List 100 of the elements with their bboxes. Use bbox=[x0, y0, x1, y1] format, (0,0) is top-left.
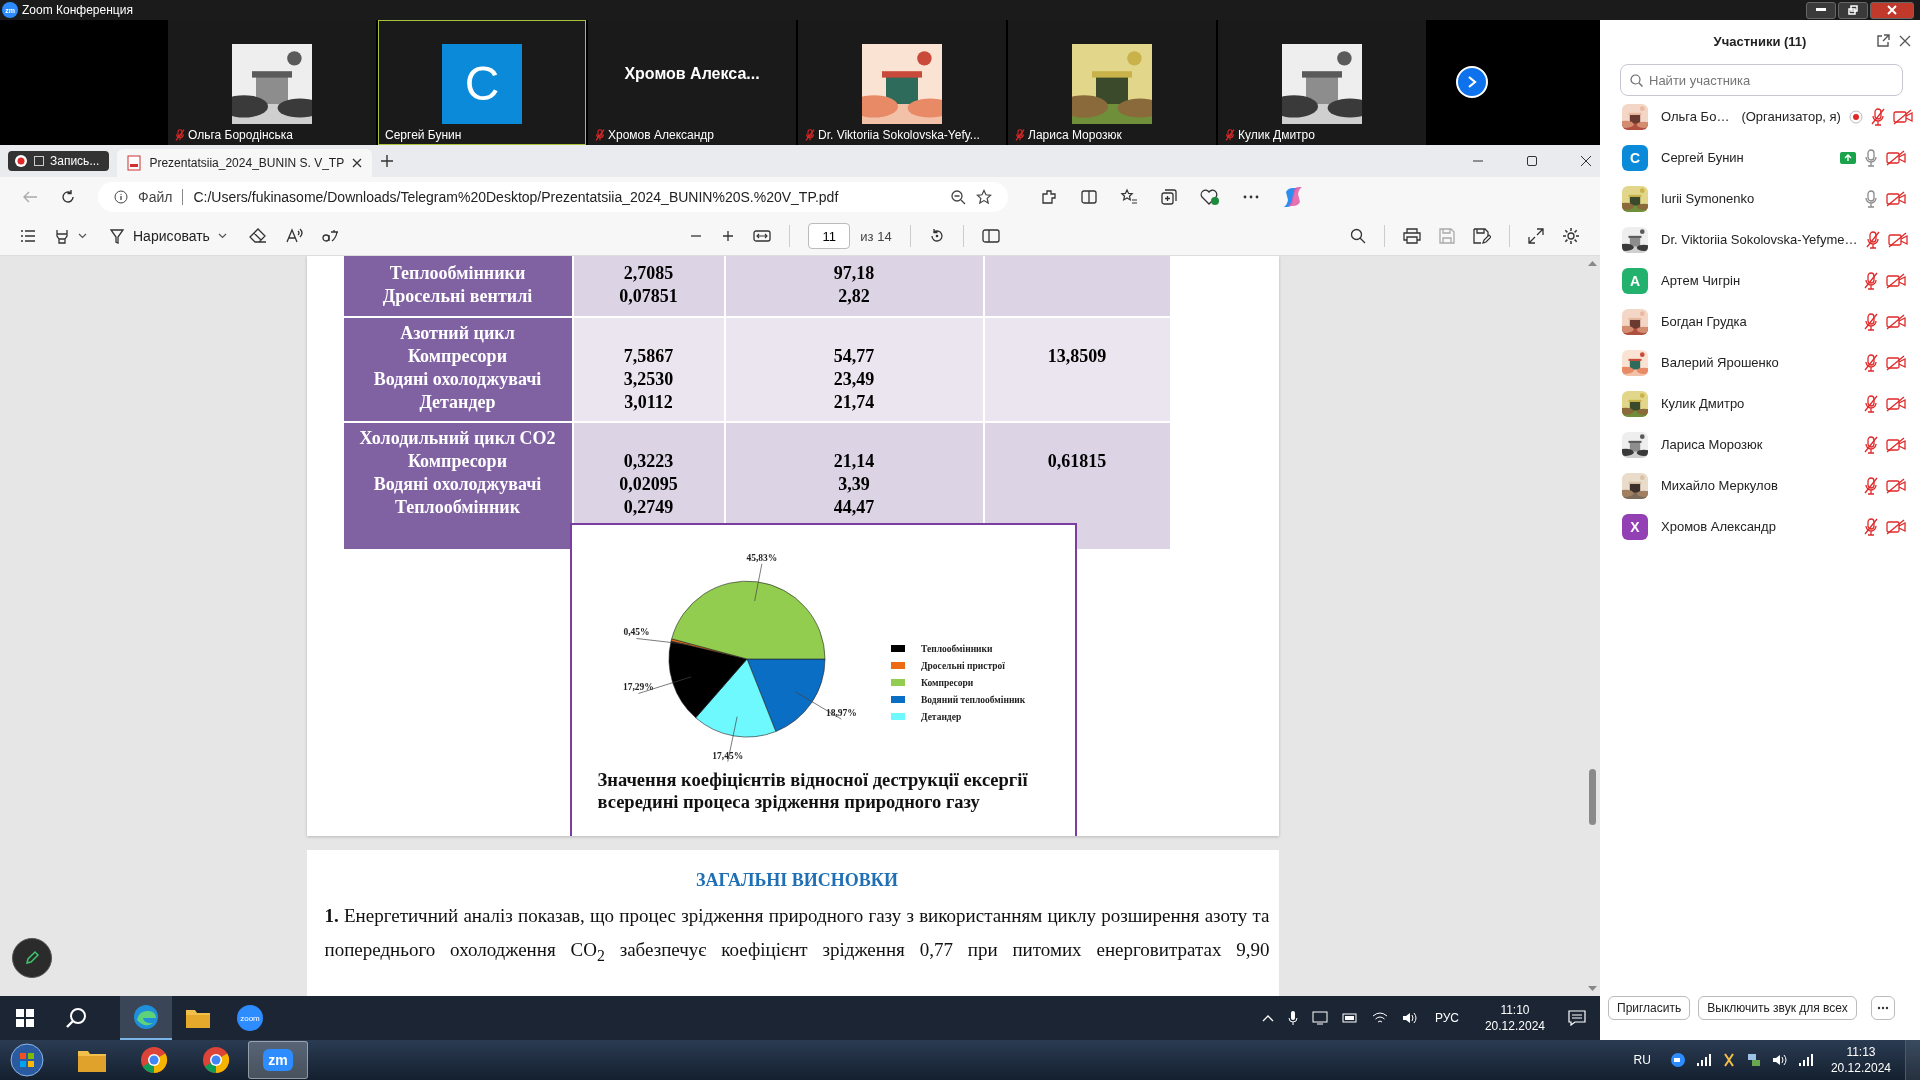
contents-icon[interactable] bbox=[20, 229, 36, 243]
video-off-icon[interactable] bbox=[1886, 518, 1906, 535]
participant-row[interactable]: Валерий Ярошенко bbox=[1600, 342, 1920, 383]
muted-mic-icon[interactable] bbox=[1864, 353, 1878, 372]
video-tile[interactable]: Хромов Алекса... Хромов Александр bbox=[588, 20, 796, 145]
caret-icon[interactable] bbox=[78, 233, 87, 239]
info-icon[interactable] bbox=[114, 190, 128, 204]
video-tile[interactable]: Кулик Дмитро bbox=[1218, 20, 1426, 145]
refresh-icon[interactable] bbox=[60, 189, 76, 205]
participant-row[interactable]: Лариса Морозюк bbox=[1600, 424, 1920, 465]
tray-icon[interactable] bbox=[1721, 1052, 1736, 1068]
muted-mic-icon[interactable] bbox=[1864, 435, 1878, 454]
close-icon[interactable] bbox=[352, 158, 363, 168]
close-icon[interactable] bbox=[1899, 35, 1911, 47]
video-off-icon[interactable] bbox=[1886, 477, 1906, 494]
panel-button[interactable]: Пригласить bbox=[1608, 996, 1691, 1020]
participant-row[interactable]: Х Хромов Александр bbox=[1600, 506, 1920, 547]
print-icon[interactable] bbox=[1403, 228, 1421, 244]
highlighter-icon[interactable] bbox=[54, 228, 70, 244]
participant-row[interactable]: А Артем Чигрін bbox=[1600, 260, 1920, 301]
speaker-icon[interactable] bbox=[1401, 1011, 1418, 1025]
search-icon[interactable] bbox=[1350, 228, 1366, 244]
browser-tab[interactable]: Prezentatsiia_2024_BUNIN S. V_TP bbox=[117, 149, 373, 177]
video-off-icon[interactable] bbox=[1886, 149, 1906, 166]
draw-button[interactable] bbox=[12, 938, 52, 978]
signal-icon[interactable] bbox=[1695, 1053, 1712, 1067]
rotate-icon[interactable] bbox=[928, 228, 945, 244]
wifi-icon[interactable] bbox=[1371, 1011, 1388, 1025]
muted-mic-icon[interactable] bbox=[1865, 230, 1880, 249]
video-tile[interactable]: С Сергей Бунин bbox=[378, 20, 586, 145]
split-screen-icon[interactable] bbox=[1080, 188, 1098, 206]
video-tile[interactable]: Dr. Viktoriia Sokolovska-Yefy... bbox=[798, 20, 1006, 145]
video-off-icon[interactable] bbox=[1886, 436, 1906, 453]
network-icon[interactable] bbox=[1745, 1052, 1762, 1068]
muted-mic-icon[interactable] bbox=[1864, 271, 1878, 290]
video-off-icon[interactable] bbox=[1886, 395, 1906, 412]
draw-button[interactable]: Нарисовать bbox=[105, 224, 231, 248]
speaker-icon[interactable] bbox=[1771, 1053, 1788, 1067]
star-icon[interactable] bbox=[976, 189, 992, 205]
windows-icon[interactable] bbox=[16, 1009, 34, 1027]
participant-row[interactable]: Dr. Viktoriia Sokolovska-Yefyme… bbox=[1600, 219, 1920, 260]
muted-mic-icon[interactable] bbox=[1864, 476, 1878, 495]
muted-mic-icon[interactable] bbox=[1864, 517, 1878, 536]
pop-out-icon[interactable] bbox=[1876, 34, 1890, 48]
collections-icon[interactable] bbox=[1160, 188, 1178, 206]
clock[interactable]: 11:13 20.12.2024 bbox=[1830, 1044, 1891, 1076]
microphone-icon[interactable] bbox=[1287, 1010, 1298, 1026]
scroll-thumb[interactable] bbox=[1589, 769, 1596, 825]
battery-icon[interactable] bbox=[1341, 1013, 1358, 1023]
scroll-down-icon[interactable] bbox=[1588, 986, 1597, 992]
extensions-icon[interactable] bbox=[1040, 188, 1058, 206]
save-as-icon[interactable] bbox=[1473, 228, 1491, 244]
next-button[interactable] bbox=[1456, 66, 1488, 98]
video-tile[interactable]: Лариса Морозюк bbox=[1008, 20, 1216, 145]
clock[interactable]: 11:10 20.12.2024 bbox=[1484, 1002, 1545, 1034]
close-icon[interactable] bbox=[1580, 155, 1592, 167]
language-indicator[interactable]: RU bbox=[1633, 1053, 1651, 1067]
heart-icon[interactable] bbox=[1200, 188, 1220, 206]
search-icon[interactable] bbox=[66, 1007, 88, 1029]
video-off-icon[interactable] bbox=[1886, 272, 1906, 289]
maximize-icon[interactable] bbox=[1526, 155, 1538, 167]
participant-row[interactable]: Ольга Бо… (Организатор, я) bbox=[1600, 96, 1920, 137]
video-off-icon[interactable] bbox=[1886, 190, 1906, 207]
search-field[interactable]: Найти участника bbox=[1620, 64, 1903, 96]
participant-row[interactable]: Iurii Symonenko bbox=[1600, 178, 1920, 219]
video-tile[interactable]: Ольга Бородінська bbox=[168, 20, 376, 145]
zoom-tray-icon[interactable] bbox=[1669, 1052, 1686, 1068]
eraser-icon[interactable] bbox=[248, 228, 267, 244]
participant-row[interactable]: С Сергей Бунин bbox=[1600, 137, 1920, 178]
restore-button[interactable] bbox=[1838, 1, 1868, 19]
taskbar-app[interactable] bbox=[120, 996, 172, 1040]
page-view-icon[interactable] bbox=[981, 228, 1000, 244]
video-off-icon[interactable] bbox=[1886, 354, 1906, 371]
close-button[interactable] bbox=[1870, 1, 1914, 19]
monitor-icon[interactable] bbox=[1311, 1011, 1328, 1025]
muted-mic-icon[interactable] bbox=[1864, 312, 1878, 331]
read-aloud-icon[interactable] bbox=[284, 228, 303, 244]
scroll-up-icon[interactable] bbox=[1588, 260, 1597, 266]
fullscreen-icon[interactable] bbox=[1528, 228, 1544, 244]
video-off-icon[interactable] bbox=[1892, 108, 1913, 125]
participant-row[interactable]: Богдан Грудка bbox=[1600, 301, 1920, 342]
copilot-icon[interactable] bbox=[1282, 186, 1304, 208]
muted-mic-icon[interactable] bbox=[1870, 107, 1885, 126]
translate-icon[interactable] bbox=[320, 228, 339, 244]
participant-row[interactable]: Кулик Дмитро bbox=[1600, 383, 1920, 424]
signal-icon[interactable] bbox=[1797, 1053, 1814, 1067]
fit-width-icon[interactable] bbox=[753, 229, 772, 243]
settings-icon[interactable] bbox=[1562, 227, 1580, 245]
address-bar[interactable]: Файл C:/Users/fukinasome/Downloads/Telegram%20Desktop/Prezentatsiia_2024_BUNIN%20S.%20V_TP.pdf bbox=[98, 182, 1008, 212]
muted-mic-icon[interactable] bbox=[1864, 394, 1878, 413]
zoom-out-icon[interactable] bbox=[950, 189, 966, 205]
page-number-field[interactable]: 11 bbox=[808, 223, 851, 249]
favorites-icon[interactable] bbox=[1120, 188, 1138, 206]
video-off-icon[interactable] bbox=[1886, 313, 1906, 330]
minimize-button[interactable] bbox=[1806, 1, 1836, 19]
video-off-icon[interactable] bbox=[1887, 231, 1908, 248]
start-orb-icon[interactable] bbox=[10, 1043, 44, 1077]
new-tab-icon[interactable] bbox=[380, 154, 395, 168]
language-indicator[interactable]: РУС bbox=[1434, 1011, 1459, 1025]
panel-button[interactable]: Выключить звук для всех bbox=[1698, 996, 1857, 1020]
